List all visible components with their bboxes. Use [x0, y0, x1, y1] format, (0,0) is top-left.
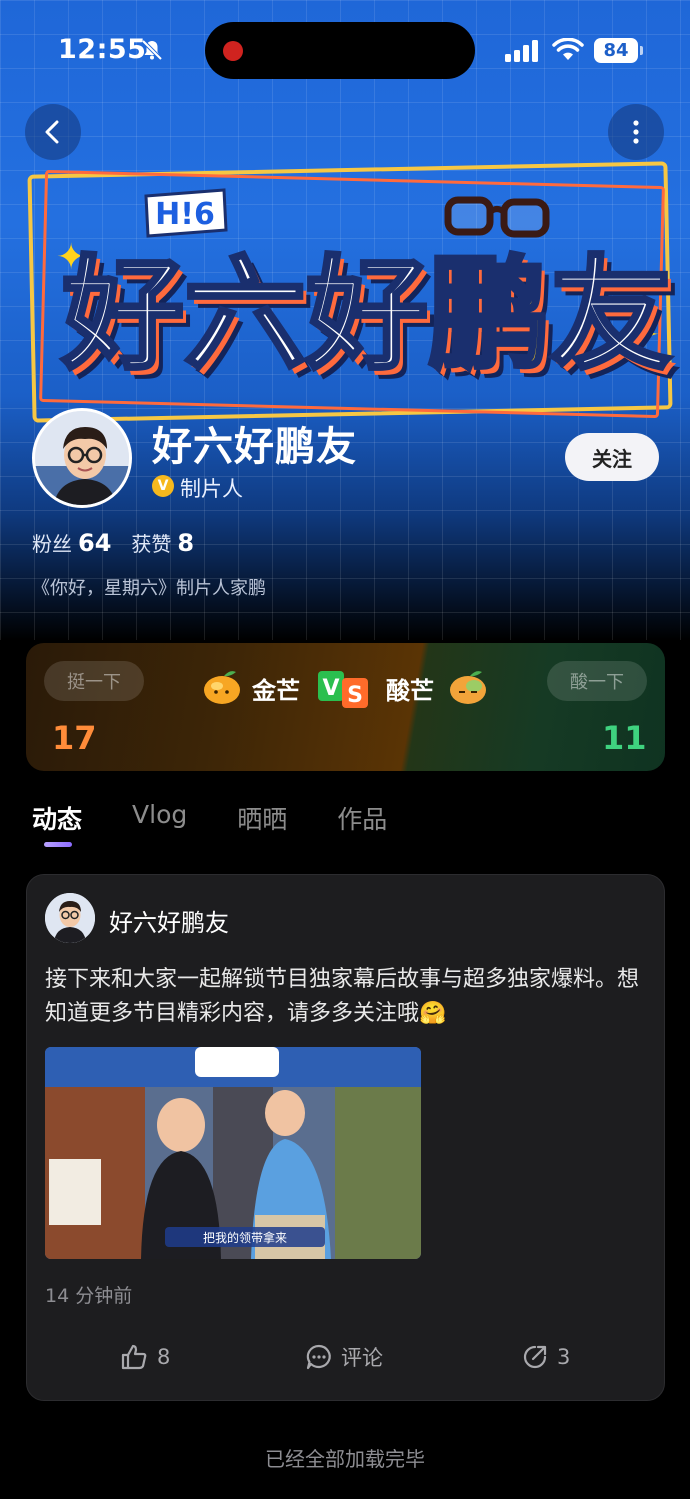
post-photo: 把我的领带拿来	[45, 1047, 421, 1259]
dynamic-island	[205, 22, 475, 79]
glasses-icon	[444, 196, 550, 238]
likes-label: 获赞	[131, 532, 172, 556]
profile-stats: 粉丝 64 获赞 8	[32, 528, 194, 557]
support-right-button[interactable]: 酸一下	[547, 661, 647, 701]
share-count: 3	[557, 1345, 571, 1369]
more-options-button[interactable]	[608, 104, 664, 160]
more-vertical-icon	[633, 120, 639, 144]
tab-share[interactable]: 晒晒	[237, 800, 287, 836]
sour-mango-icon	[450, 671, 486, 704]
tab-works[interactable]: 作品	[337, 800, 387, 836]
post-timestamp: 14 分钟前	[45, 1285, 133, 1307]
h6-logo-text: H!6	[155, 197, 215, 232]
post-card[interactable]: 好六好鹏友 接下来和大家一起解锁节目独家幕后故事与超多独家爆料。想知道更多节目精…	[26, 874, 665, 1401]
fans-label: 粉丝	[32, 532, 72, 556]
wifi-icon	[552, 38, 584, 60]
bell-mute-icon	[141, 39, 163, 61]
comment-label: 评论	[341, 1346, 383, 1370]
art-char: 好	[60, 244, 186, 386]
likes-count: 8	[177, 529, 195, 557]
svg-text:S: S	[347, 683, 363, 708]
post-avatar[interactable]	[45, 893, 95, 943]
active-tab-indicator	[44, 842, 72, 847]
like-count: 8	[157, 1345, 171, 1369]
comment-bubble-icon	[306, 1344, 331, 1370]
follow-button[interactable]: 关注	[565, 433, 659, 481]
post-image[interactable]: 把我的领带拿来	[45, 1047, 421, 1259]
comment-button[interactable]: 评论	[305, 1337, 383, 1377]
right-vote-count: 11	[602, 719, 647, 757]
post-text: 接下来和大家一起解锁节目独家幕后故事与超多独家爆料。想知道更多节目精彩内容，请多…	[45, 967, 640, 1026]
likes-stat[interactable]: 获赞 8	[131, 528, 194, 557]
support-left-button[interactable]: 挺一下	[44, 661, 144, 701]
back-button[interactable]	[25, 104, 81, 160]
post-author[interactable]: 好六好鹏友	[109, 903, 229, 938]
team-right-name: 酸芒	[386, 677, 434, 705]
end-of-list-text: 已经全部加载完毕	[265, 1447, 425, 1471]
thumbs-up-icon	[121, 1344, 147, 1370]
share-icon	[523, 1345, 547, 1369]
battery-indicator: 84	[594, 38, 638, 63]
profile-role: 制片人	[180, 477, 243, 501]
chevron-left-icon	[45, 120, 59, 144]
golden-mango-icon	[204, 671, 240, 704]
fans-count: 64	[78, 529, 112, 557]
tab-dynamics[interactable]: 动态	[32, 800, 82, 836]
fans-stat[interactable]: 粉丝 64	[32, 528, 111, 557]
team-left-name: 金芒	[252, 677, 300, 705]
art-char: 友	[548, 244, 674, 386]
profile-bio: 《你好，星期六》制片人家鹏	[32, 578, 266, 599]
share-button[interactable]: 3	[521, 1337, 570, 1377]
verified-badge-icon: V	[152, 475, 174, 497]
svg-text:V: V	[322, 676, 339, 701]
art-char: 鹏	[426, 244, 552, 386]
art-char: 好	[304, 244, 430, 386]
recording-indicator	[223, 41, 243, 61]
tab-vlog[interactable]: Vlog	[132, 800, 187, 836]
cellular-signal-icon	[505, 40, 538, 62]
h6-logo: H!6	[144, 188, 228, 238]
avatar[interactable]	[32, 408, 132, 508]
art-char: 六	[182, 244, 308, 386]
versus-card: 挺一下 酸一下 金芒 V S 酸芒 17 11	[26, 643, 665, 771]
like-button[interactable]: 8	[119, 1337, 170, 1377]
profile-name: 好六好鹏友	[152, 424, 357, 470]
battery-nub	[640, 46, 643, 55]
status-bar: 12:55 84	[0, 0, 690, 100]
avatar-illustration	[45, 893, 95, 943]
status-time: 12:55	[58, 34, 147, 65]
versus-icon: V S	[318, 671, 368, 708]
post-image-caption: 把我的领带拿来	[203, 1230, 287, 1245]
left-vote-count: 17	[52, 719, 97, 757]
banner-title-art: 好 六 好 鹏 友	[60, 240, 674, 390]
post-actions: 8 评论 3	[27, 1337, 666, 1377]
content-tabs: 动态 Vlog 晒晒 作品	[32, 800, 387, 836]
